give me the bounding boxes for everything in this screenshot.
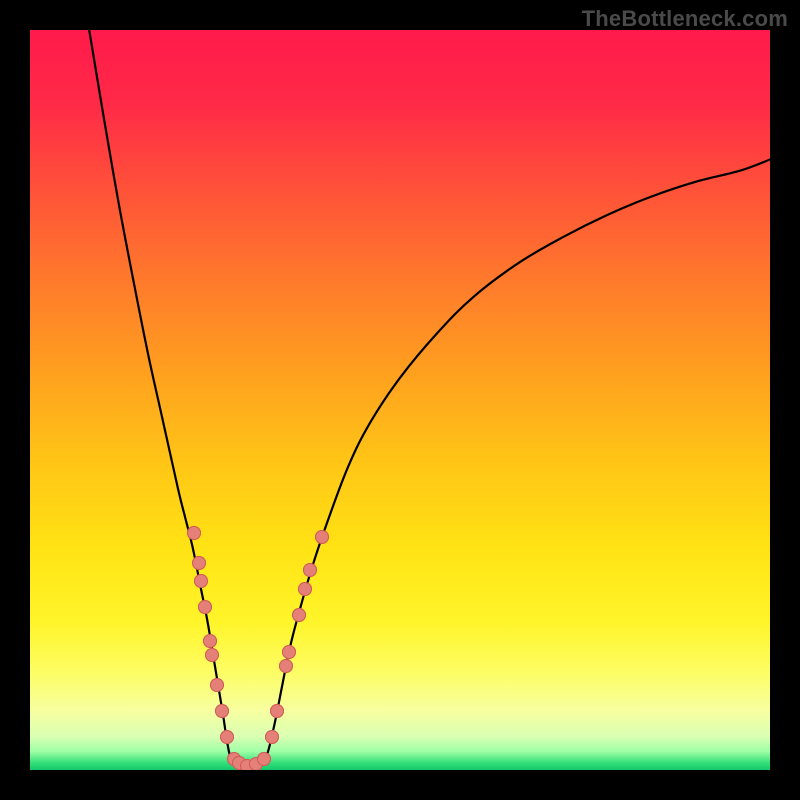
data-point [192,556,206,570]
data-point [270,704,284,718]
data-point [215,704,229,718]
data-point [282,645,296,659]
data-point [203,634,217,648]
data-point [279,659,293,673]
data-point [210,678,224,692]
data-point [315,530,329,544]
watermark-text: TheBottleneck.com [582,6,788,32]
data-point [194,574,208,588]
data-point [205,648,219,662]
data-point [298,582,312,596]
chart-stage: TheBottleneck.com [0,0,800,800]
data-point [187,526,201,540]
curve-layer [30,30,770,770]
data-point [303,563,317,577]
data-point [292,608,306,622]
bottleneck-curve [89,30,770,767]
data-point [220,730,234,744]
plot-area [30,30,770,770]
data-point [198,600,212,614]
data-point [257,752,271,766]
data-point [265,730,279,744]
